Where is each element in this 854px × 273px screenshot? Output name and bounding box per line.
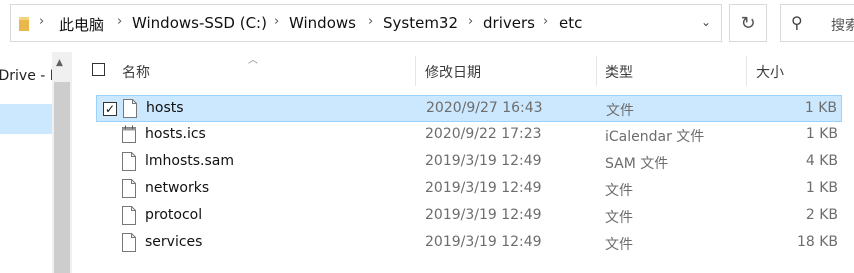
file-type: 文件 <box>606 103 634 119</box>
file-icon <box>122 152 136 171</box>
file-name: networks <box>145 180 210 196</box>
file-date: 2020/9/27 16:43 <box>426 100 543 116</box>
file-icon <box>123 99 137 118</box>
nav-item-onedrive[interactable]: OneDrive - Personal <box>0 68 52 84</box>
file-size: 2 KB <box>805 207 838 223</box>
file-row-services[interactable]: services 2019/3/19 12:49 文件 18 KB <box>96 230 842 257</box>
sort-up-icon: ︿ <box>248 55 258 66</box>
column-size[interactable]: 大小 <box>756 62 784 82</box>
file-type: SAM 文件 <box>605 156 669 172</box>
chevron-right-icon[interactable]: › <box>543 14 548 29</box>
file-date: 2019/3/19 12:49 <box>425 207 542 223</box>
file-type: 文件 <box>605 237 633 253</box>
refresh-icon: ↻ <box>740 12 756 34</box>
chevron-right-icon[interactable]: › <box>39 14 44 29</box>
column-header: ︿ 名称 修改日期 类型 大小 <box>80 55 854 86</box>
file-name: hosts.ics <box>145 126 206 142</box>
file-size: 1 KB <box>805 180 838 196</box>
file-row-protocol[interactable]: protocol 2019/3/19 12:49 文件 2 KB <box>96 203 842 230</box>
file-name: protocol <box>145 207 203 223</box>
file-icon <box>122 206 136 225</box>
file-row-networks[interactable]: networks 2019/3/19 12:49 文件 1 KB <box>96 176 842 203</box>
chevron-right-icon[interactable]: › <box>274 14 279 29</box>
refresh-button[interactable]: ↻ <box>729 4 767 42</box>
column-divider[interactable] <box>746 56 747 86</box>
file-size: 18 KB <box>796 234 838 250</box>
address-bar[interactable]: › 此电脑 › Windows-SSD (C:) › Windows › Sys… <box>10 4 722 42</box>
select-all-checkbox[interactable] <box>92 63 105 76</box>
breadcrumb-drivers[interactable]: drivers <box>483 14 535 32</box>
file-type: 文件 <box>605 210 633 226</box>
search-icon: ⚲ <box>791 13 803 32</box>
search-box[interactable]: ⚲ 搜索 <box>780 4 854 42</box>
file-type: iCalendar 文件 <box>605 129 705 145</box>
search-placeholder: 搜索 <box>831 18 854 34</box>
file-size: 4 KB <box>805 153 838 169</box>
row-checkbox[interactable]: ✓ <box>103 102 117 116</box>
file-type: 文件 <box>605 183 633 199</box>
column-divider[interactable] <box>415 56 416 86</box>
scrollbar-thumb[interactable] <box>54 82 70 273</box>
calendar-file-icon <box>122 125 136 143</box>
column-name[interactable]: 名称 <box>122 62 150 82</box>
scroll-up-icon[interactable]: ▲ <box>56 58 63 68</box>
file-icon <box>122 179 136 198</box>
file-row-lmhosts-sam[interactable]: lmhosts.sam 2019/3/19 12:49 SAM 文件 4 KB <box>96 149 842 176</box>
file-name: hosts <box>146 100 184 116</box>
chevron-right-icon[interactable]: › <box>468 14 473 29</box>
file-icon <box>122 233 136 252</box>
chevron-down-icon[interactable]: ⌄ <box>701 15 711 29</box>
chevron-right-icon[interactable]: › <box>117 14 122 29</box>
breadcrumb-windows[interactable]: Windows <box>289 14 356 32</box>
file-name: lmhosts.sam <box>145 153 235 169</box>
column-divider[interactable] <box>596 56 597 86</box>
file-date: 2019/3/19 12:49 <box>425 234 542 250</box>
breadcrumb-etc[interactable]: etc <box>559 14 582 32</box>
folder-icon <box>19 17 29 31</box>
column-date[interactable]: 修改日期 <box>425 62 481 82</box>
file-size: 1 KB <box>804 100 837 116</box>
file-date: 2019/3/19 12:49 <box>425 180 542 196</box>
file-size: 1 KB <box>805 126 838 142</box>
navigation-pane[interactable]: OneDrive - Personal <box>0 52 52 273</box>
chevron-right-icon[interactable]: › <box>368 14 373 29</box>
file-date: 2019/3/19 12:49 <box>425 153 542 169</box>
breadcrumb-drive[interactable]: Windows-SSD (C:) <box>132 14 267 32</box>
file-row-hosts[interactable]: ✓ hosts 2020/9/27 16:43 文件 1 KB <box>96 95 842 122</box>
file-date: 2020/9/22 17:23 <box>425 126 542 142</box>
nav-item-selected[interactable] <box>0 104 52 134</box>
file-row-hosts-ics[interactable]: hosts.ics 2020/9/22 17:23 iCalendar 文件 1… <box>96 122 842 149</box>
breadcrumb-this-pc[interactable]: 此电脑 <box>59 14 104 35</box>
breadcrumb-system32[interactable]: System32 <box>383 14 458 32</box>
column-type[interactable]: 类型 <box>605 62 633 82</box>
file-name: services <box>145 234 203 250</box>
nav-scrollbar[interactable]: ▲ <box>52 52 72 273</box>
